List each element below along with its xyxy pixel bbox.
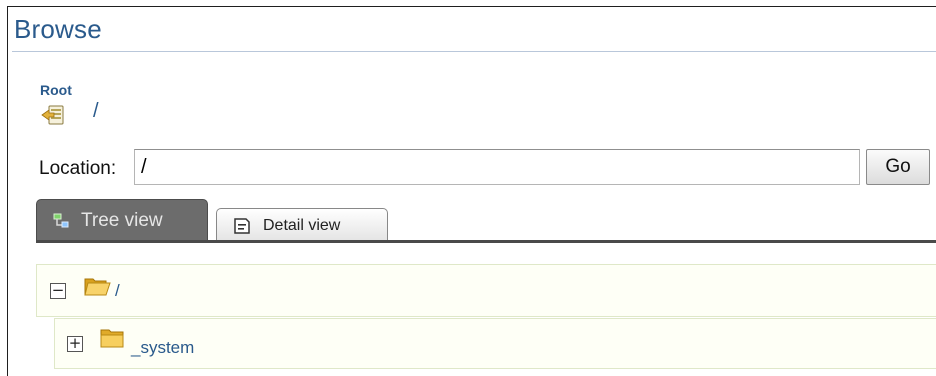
collapse-toggle-icon[interactable]: − — [50, 283, 66, 299]
breadcrumb-path[interactable]: / — [93, 100, 99, 123]
tab-detail-view-label: Detail view — [263, 216, 341, 234]
root-link[interactable]: Root — [40, 82, 72, 98]
tab-detail-view[interactable]: Detail view — [216, 208, 388, 242]
folder-open-icon — [84, 278, 111, 296]
tab-tree-view[interactable]: Tree view — [36, 199, 208, 242]
tab-tree-view-label: Tree view — [81, 210, 163, 231]
tree-node-label[interactable]: _system — [131, 338, 194, 358]
go-button[interactable]: Go — [866, 149, 930, 185]
tree-node-system[interactable]: + _system — [54, 318, 936, 369]
expand-toggle-icon[interactable]: + — [67, 336, 83, 352]
detail-view-icon — [234, 217, 250, 234]
tree-node-label[interactable]: / — [115, 281, 120, 301]
page-title: Browse — [14, 14, 102, 44]
title-divider — [12, 51, 936, 52]
tree-node-root[interactable]: − / — [36, 264, 936, 317]
folder-icon — [100, 329, 124, 348]
location-input[interactable] — [134, 149, 860, 185]
tree-view-icon — [53, 213, 69, 228]
location-label: Location: — [39, 158, 117, 179]
tab-divider — [36, 240, 936, 243]
root-folder-icon[interactable] — [40, 101, 70, 129]
